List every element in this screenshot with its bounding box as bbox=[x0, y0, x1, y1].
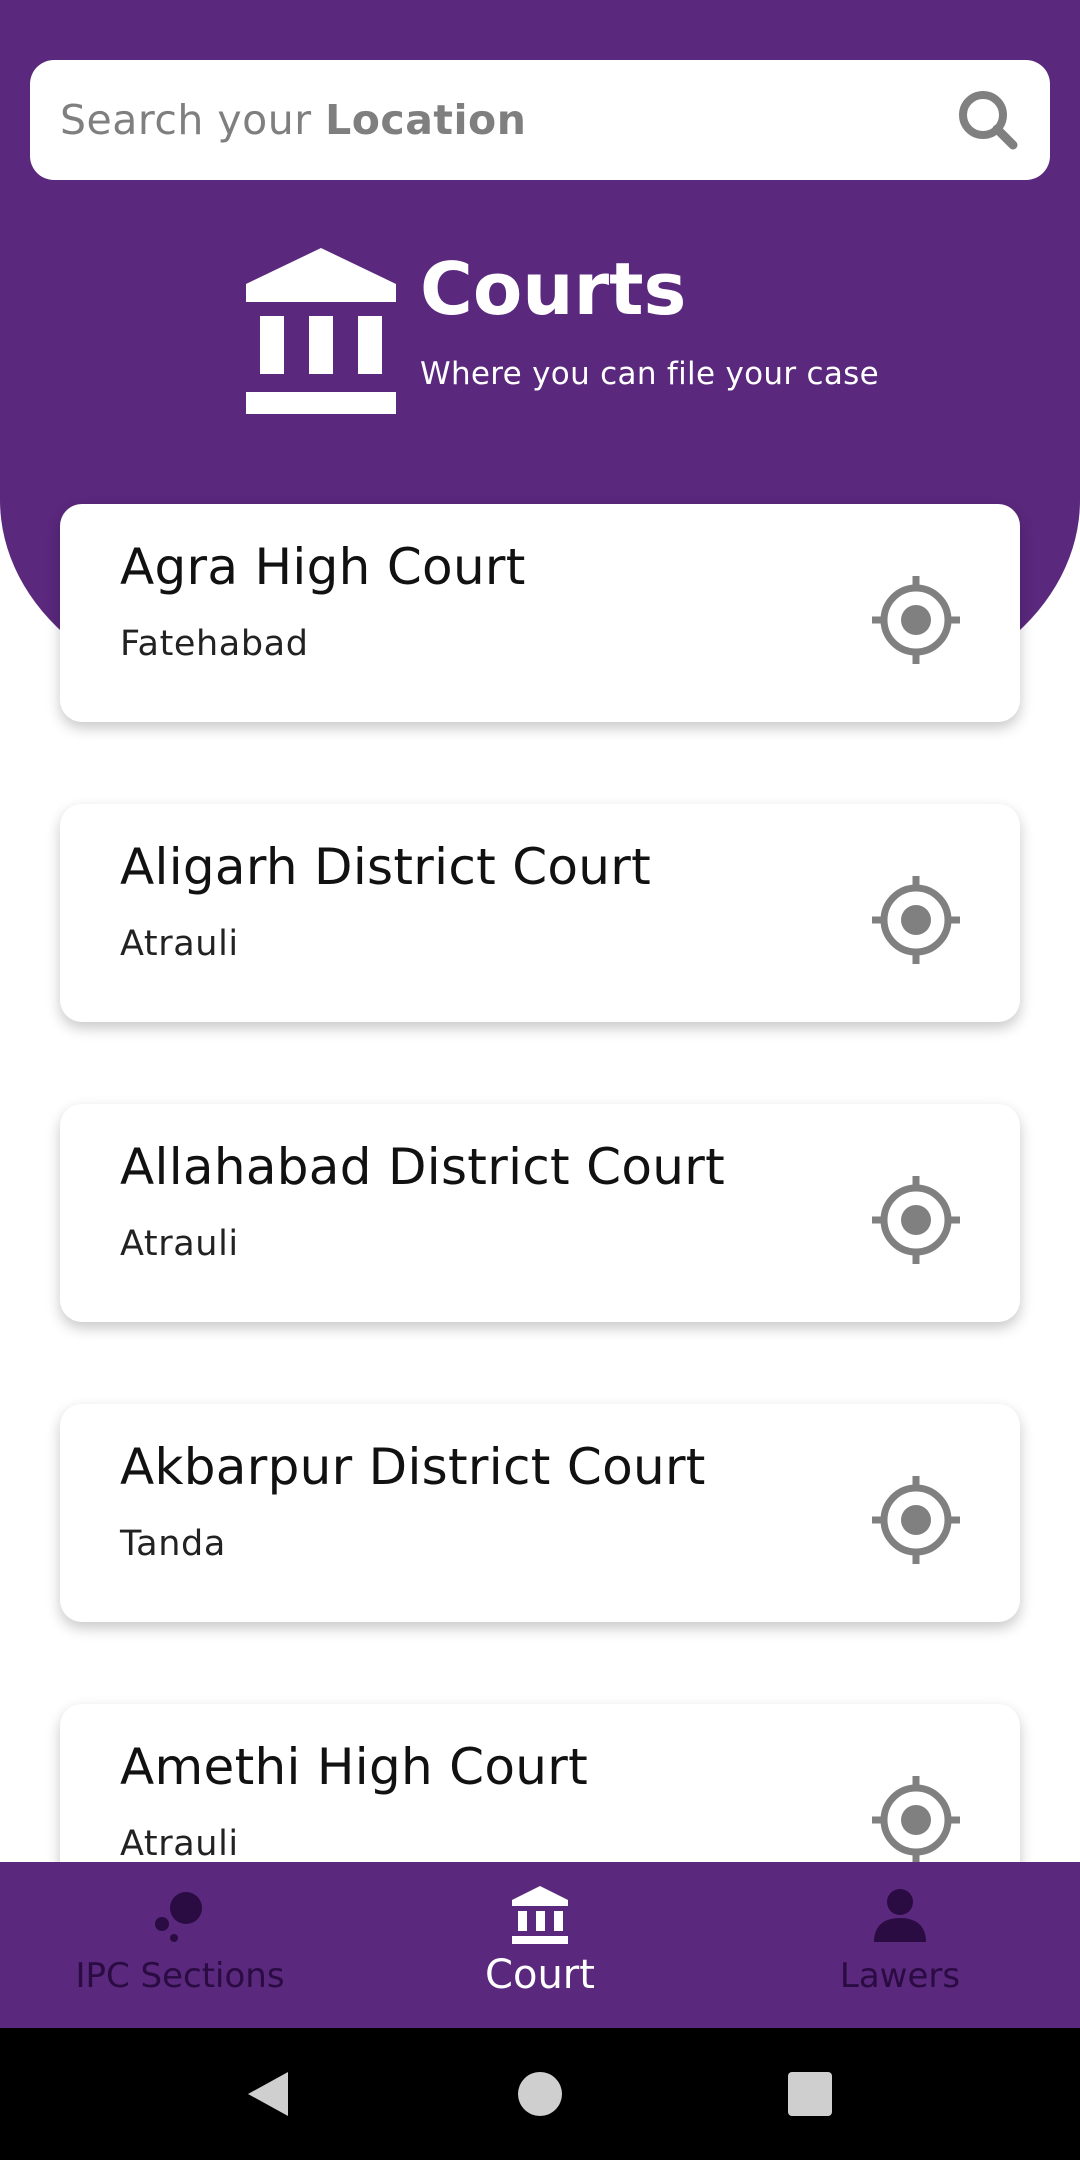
court-name: Aligarh District Court bbox=[120, 838, 652, 896]
system-navigation-bar bbox=[0, 2028, 1080, 2160]
court-card[interactable]: Akbarpur District Court Tanda bbox=[60, 1404, 1020, 1622]
nav-label: Lawers bbox=[839, 1956, 961, 1996]
court-location: Atrauli bbox=[120, 1824, 239, 1864]
nav-item-ipc-sections[interactable]: IPC Sections bbox=[0, 1862, 360, 2028]
court-building-icon bbox=[246, 248, 396, 414]
locate-icon[interactable] bbox=[872, 1776, 960, 1864]
court-card[interactable]: Agra High Court Fatehabad bbox=[60, 504, 1020, 722]
page-title: Courts bbox=[420, 247, 687, 331]
court-location: Tanda bbox=[120, 1524, 226, 1564]
header-title-group: Courts Where you can file your case bbox=[244, 244, 879, 416]
bottom-navigation: IPC Sections Court Lawers bbox=[0, 1862, 1080, 2028]
bubbles-icon bbox=[155, 1892, 202, 1942]
court-name: Amethi High Court bbox=[120, 1738, 589, 1796]
nav-label: Court bbox=[485, 1952, 595, 1998]
locate-icon[interactable] bbox=[872, 576, 960, 664]
nav-label: IPC Sections bbox=[75, 1956, 285, 1996]
court-name: Akbarpur District Court bbox=[120, 1438, 706, 1496]
court-icon bbox=[512, 1886, 568, 1944]
court-card[interactable]: Aligarh District Court Atrauli bbox=[60, 804, 1020, 1022]
court-name: Allahabad District Court bbox=[120, 1138, 726, 1196]
home-icon[interactable] bbox=[512, 2066, 568, 2122]
court-location: Atrauli bbox=[120, 924, 239, 964]
locate-icon[interactable] bbox=[872, 876, 960, 964]
nav-item-court[interactable]: Court bbox=[360, 1862, 720, 2028]
back-icon[interactable] bbox=[240, 2066, 296, 2122]
search-placeholder-bold: Location bbox=[325, 96, 527, 144]
page-subtitle: Where you can file your case bbox=[420, 356, 880, 392]
recents-icon[interactable] bbox=[782, 2066, 838, 2122]
locate-icon[interactable] bbox=[872, 1476, 960, 1564]
search-icon[interactable] bbox=[956, 88, 1020, 152]
court-location: Atrauli bbox=[120, 1224, 239, 1264]
court-location: Fatehabad bbox=[120, 624, 309, 664]
locate-icon[interactable] bbox=[872, 1176, 960, 1264]
court-name: Agra High Court bbox=[120, 538, 526, 596]
person-icon bbox=[874, 1889, 926, 1942]
search-bar[interactable]: Search your Location bbox=[30, 60, 1050, 180]
search-input[interactable]: Search your Location bbox=[60, 96, 956, 144]
court-card[interactable]: Allahabad District Court Atrauli bbox=[60, 1104, 1020, 1322]
nav-item-lawyers[interactable]: Lawers bbox=[720, 1862, 1080, 2028]
search-placeholder-prefix: Search your bbox=[60, 96, 326, 144]
